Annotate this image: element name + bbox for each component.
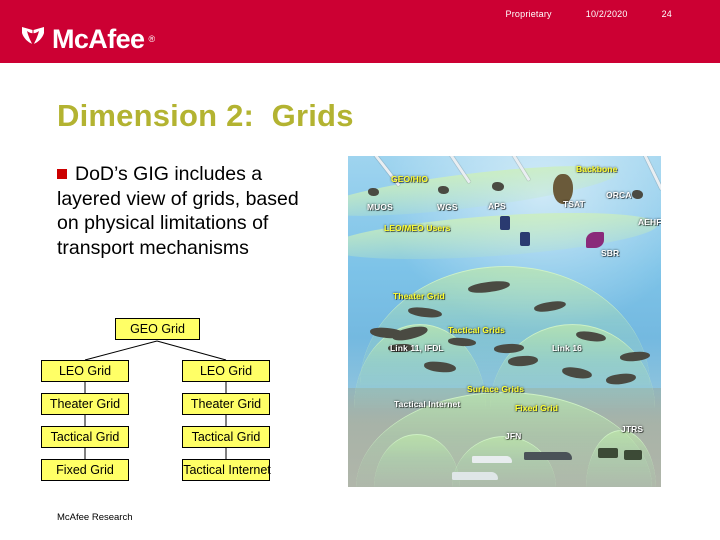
mcafee-wordmark: McAfee <box>52 24 145 54</box>
satellite-aehf-body <box>632 190 643 199</box>
satellite-muos-body <box>368 188 379 196</box>
bullet-text: DoD’s GIG includes a layered view of gri… <box>57 163 299 259</box>
label-leo-meo-users: LEO/MEO Users <box>384 223 451 233</box>
header-meta: Proprietary 10/2/2020 24 <box>506 9 672 19</box>
grid-node-left-fixed[interactable]: Fixed Grid <box>41 459 129 481</box>
label-muos: MUOS <box>367 202 393 212</box>
satellite-mid-right <box>520 232 530 246</box>
ship-1 <box>472 456 512 463</box>
satellite-sbr-body <box>586 232 604 248</box>
ground-vehicle-2 <box>624 450 642 460</box>
slide-number-label: 24 <box>661 9 672 19</box>
label-link11-ifdl: Link 11, IFDL <box>390 343 444 353</box>
label-sbr: SBR <box>601 248 620 258</box>
label-tactical-grids: Tactical Grids <box>448 325 505 335</box>
label-aps: APS <box>488 201 506 211</box>
grid-node-right-tactical[interactable]: Tactical Grid <box>182 426 270 448</box>
label-orca: ORCA <box>606 190 632 200</box>
label-aehf: AEHF <box>638 217 661 227</box>
label-backbone: Backbone <box>576 164 618 174</box>
label-theater-grid: Theater Grid <box>393 291 445 301</box>
footer-text: McAfee Research <box>57 512 133 523</box>
label-tactical-internet: Tactical Internet <box>394 399 461 409</box>
label-surface-grids: Surface Grids <box>467 384 525 394</box>
grid-node-left-tactical[interactable]: Tactical Grid <box>41 426 129 448</box>
mcafee-trademark: ® <box>148 34 156 44</box>
label-jtrs: JTRS <box>621 424 644 434</box>
grid-node-geo[interactable]: GEO Grid <box>115 318 200 340</box>
gig-illustration: GEO/HIO MUOS WGS APS Backbone TSAT ORCA … <box>348 156 661 487</box>
satellite-mid-left <box>500 216 510 230</box>
label-wgs: WGS <box>437 202 458 212</box>
grid-node-right-leo[interactable]: LEO Grid <box>182 360 270 382</box>
mcafee-shield-icon <box>18 22 48 57</box>
ground-vehicle-1 <box>598 448 618 458</box>
grid-node-left-theater[interactable]: Theater Grid <box>41 393 129 415</box>
date-label: 10/2/2020 <box>585 9 628 19</box>
diagram-connectors <box>84 340 227 459</box>
bullet-marker-icon <box>57 169 67 179</box>
bullet-paragraph: DoD’s GIG includes a layered view of gri… <box>57 162 325 260</box>
classification-label: Proprietary <box>505 9 552 19</box>
grid-node-left-leo[interactable]: LEO Grid <box>41 360 129 382</box>
label-tsat: TSAT <box>563 199 585 209</box>
label-link16: Link 16 <box>552 343 582 353</box>
grid-node-right-tactical-internet[interactable]: Tactical Internet <box>182 459 271 481</box>
ship-2 <box>452 472 498 480</box>
satellite-aps-body <box>492 182 504 191</box>
grid-hierarchy-diagram: GEO Grid LEO Grid Theater Grid Tactical … <box>0 0 330 540</box>
satellite-wgs-body <box>438 186 449 194</box>
grid-node-right-tactical-internet-label: Tactical Internet <box>183 463 271 477</box>
grid-node-right-theater[interactable]: Theater Grid <box>182 393 270 415</box>
label-jfn: JFN <box>505 431 522 441</box>
mcafee-logo: McAfee ® <box>18 22 155 57</box>
ship-3 <box>524 452 572 460</box>
label-geo-hio: GEO/HIO <box>391 174 429 184</box>
page-title: Dimension 2: Grids <box>57 98 354 133</box>
label-fixed-grid: Fixed Grid <box>515 403 559 413</box>
